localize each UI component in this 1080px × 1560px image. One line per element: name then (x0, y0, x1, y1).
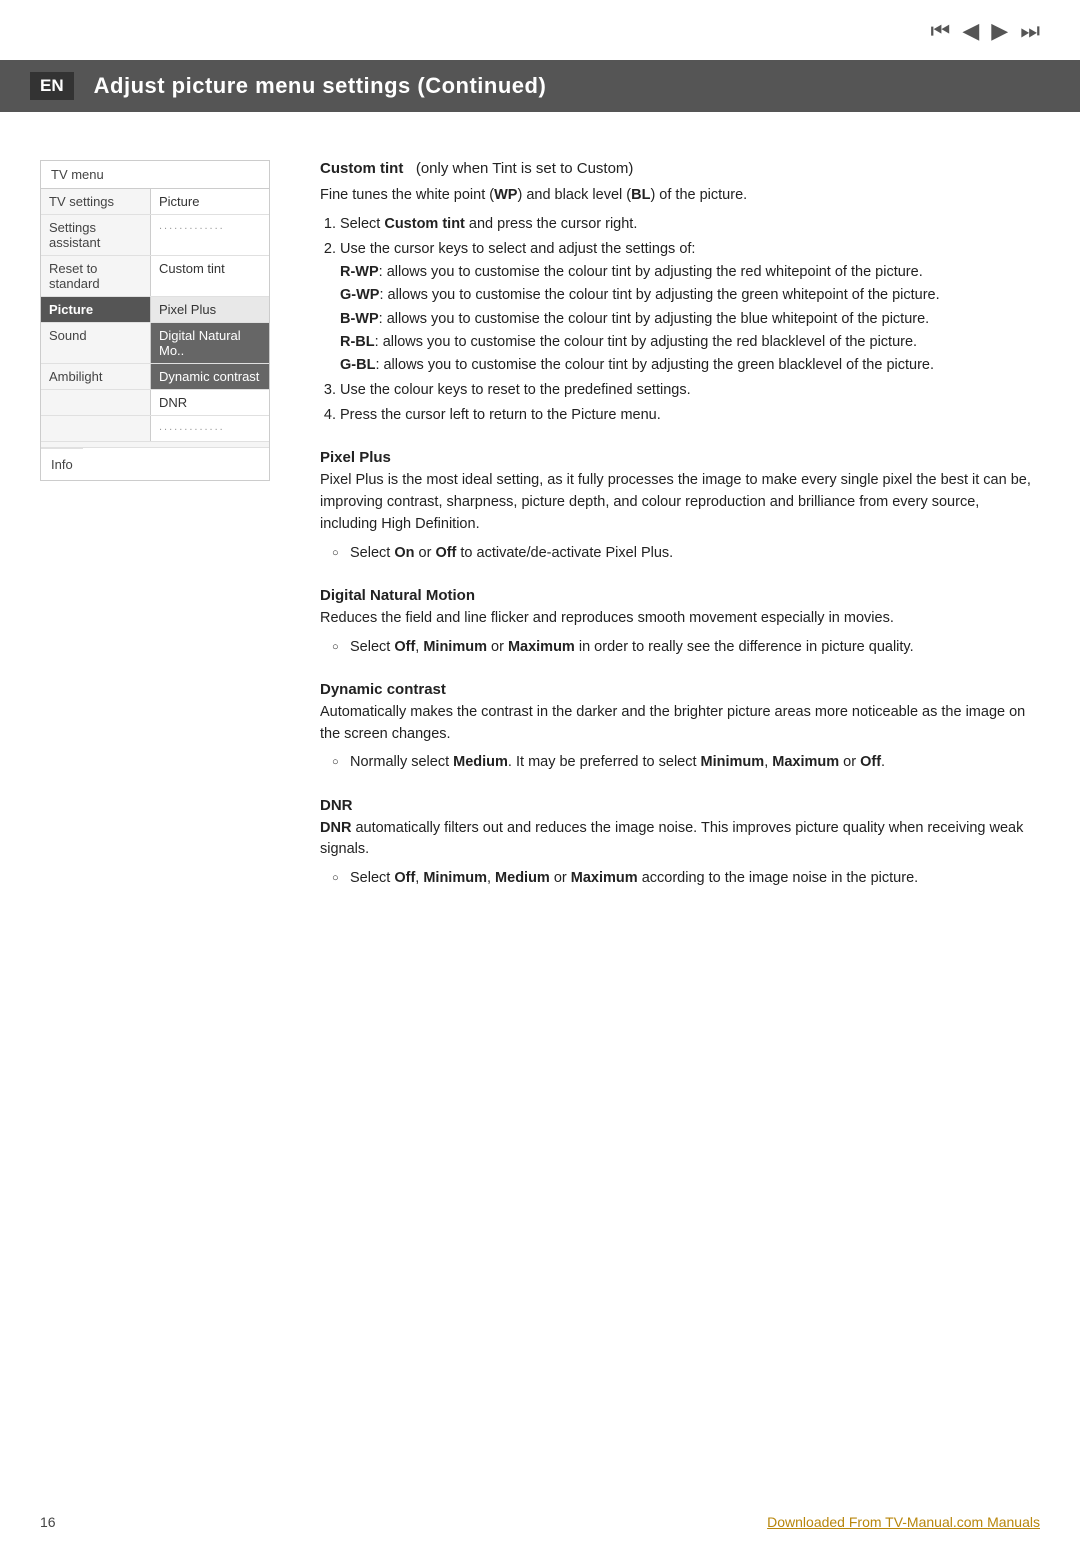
menu-row-picture: Picture Pixel Plus (41, 297, 269, 323)
page-title: Adjust picture menu settings (Continued) (94, 73, 547, 99)
section-custom-tint: Custom tint (only when Tint is set to Cu… (320, 160, 1040, 427)
custom-tint-steps: Select Custom tint and press the cursor … (340, 213, 1040, 428)
section-dynamic-contrast: Dynamic contrast Automatically makes the… (320, 681, 1040, 775)
footer-link[interactable]: Downloaded From TV-Manual.com Manuals (767, 1514, 1040, 1530)
menu-item-dots-2: ............. (151, 416, 269, 441)
pixel-plus-bullets: Select On or Off to activate/de-activate… (350, 542, 1040, 565)
menu-item-custom-tint[interactable]: Custom tint (151, 256, 269, 296)
skip-back-icon[interactable]: ⏮ (931, 18, 951, 44)
menu-row-settings-assistant: Settings assistant ............. (41, 215, 269, 256)
menu-row-dnr: DNR (41, 390, 269, 416)
custom-tint-subtitle: (only when Tint is set to Custom) (408, 160, 634, 177)
menu-row-sound: Sound Digital Natural Mo.. (41, 323, 269, 364)
menu-item-dnr[interactable]: DNR (151, 390, 269, 415)
language-label: EN (30, 72, 74, 100)
tv-menu-title: TV menu (41, 161, 269, 189)
footer: 16 Downloaded From TV-Manual.com Manuals (0, 1514, 1080, 1530)
dc-bullet-1: Normally select Medium. It may be prefer… (350, 751, 1040, 774)
menu-item-pixel-plus[interactable]: Pixel Plus (151, 297, 269, 322)
menu-row-dots-2: ............. (41, 416, 269, 442)
custom-tint-intro: Fine tunes the white point (WP) and blac… (320, 185, 1040, 207)
dynamic-contrast-bullets: Normally select Medium. It may be prefer… (350, 751, 1040, 774)
step-4: Press the cursor left to return to the P… (340, 404, 1040, 427)
step-2: Use the cursor keys to select and adjust… (340, 238, 1040, 377)
custom-tint-heading: Custom tint (only when Tint is set to Cu… (320, 160, 1040, 177)
menu-item-info[interactable]: Info (41, 448, 83, 480)
step-1: Select Custom tint and press the cursor … (340, 213, 1040, 236)
page-number: 16 (40, 1514, 56, 1530)
pixel-plus-intro: Pixel Plus is the most ideal setting, as… (320, 470, 1040, 535)
menu-row-reset: Reset to standard Custom tint (41, 256, 269, 297)
digital-natural-motion-bullets: Select Off, Minimum or Maximum in order … (350, 636, 1040, 659)
dynamic-contrast-heading: Dynamic contrast (320, 681, 1040, 698)
menu-item-picture[interactable]: Picture (151, 189, 269, 214)
digital-natural-motion-intro: Reduces the field and line flicker and r… (320, 608, 1040, 630)
menu-item-picture-active[interactable]: Picture (41, 297, 151, 322)
dnm-bullet-1: Select Off, Minimum or Maximum in order … (350, 636, 1040, 659)
next-icon[interactable]: ▶ (991, 18, 1008, 44)
right-panel: Custom tint (only when Tint is set to Cu… (310, 160, 1040, 1470)
digital-natural-motion-heading: Digital Natural Motion (320, 587, 1040, 604)
menu-item-settings-assistant[interactable]: Settings assistant (41, 215, 151, 255)
tv-menu: TV menu TV settings Picture Settings ass… (40, 160, 270, 481)
pixel-plus-heading: Pixel Plus (320, 449, 1040, 466)
section-digital-natural-motion: Digital Natural Motion Reduces the field… (320, 587, 1040, 659)
dnr-bullet-1: Select Off, Minimum, Medium or Maximum a… (350, 867, 1040, 890)
menu-item-sound[interactable]: Sound (41, 323, 151, 363)
dynamic-contrast-intro: Automatically makes the contrast in the … (320, 702, 1040, 746)
section-dnr: DNR DNR automatically filters out and re… (320, 797, 1040, 891)
section-pixel-plus: Pixel Plus Pixel Plus is the most ideal … (320, 449, 1040, 564)
menu-item-reset[interactable]: Reset to standard (41, 256, 151, 296)
menu-row-ambilight: Ambilight Dynamic contrast (41, 364, 269, 390)
dnr-bullets: Select Off, Minimum, Medium or Maximum a… (350, 867, 1040, 890)
menu-item-ambilight[interactable]: Ambilight (41, 364, 151, 389)
menu-item-tv-settings[interactable]: TV settings (41, 189, 151, 214)
main-content: TV menu TV settings Picture Settings ass… (0, 130, 1080, 1500)
left-panel: TV menu TV settings Picture Settings ass… (40, 160, 280, 1470)
dnr-intro: DNR automatically filters out and reduce… (320, 818, 1040, 862)
dnr-heading: DNR (320, 797, 1040, 814)
menu-item-empty-2 (41, 416, 151, 441)
custom-tint-title: Custom tint (320, 160, 403, 177)
menu-item-empty-1 (41, 390, 151, 415)
pixel-plus-bullet-1: Select On or Off to activate/de-activate… (350, 542, 1040, 565)
menu-item-dots-1: ............. (151, 215, 269, 255)
header-banner: EN Adjust picture menu settings (Continu… (0, 60, 1080, 112)
skip-forward-icon[interactable]: ⏭ (1020, 18, 1040, 44)
menu-row-tv-settings: TV settings Picture (41, 189, 269, 215)
menu-item-digital-natural[interactable]: Digital Natural Mo.. (151, 323, 269, 363)
prev-icon[interactable]: ◀ (962, 18, 979, 44)
top-navigation: ⏮ ◀ ▶ ⏭ (931, 18, 1040, 44)
step-3: Use the colour keys to reset to the pred… (340, 379, 1040, 402)
menu-item-dynamic-contrast[interactable]: Dynamic contrast (151, 364, 269, 389)
menu-row-info: Info (41, 448, 269, 480)
